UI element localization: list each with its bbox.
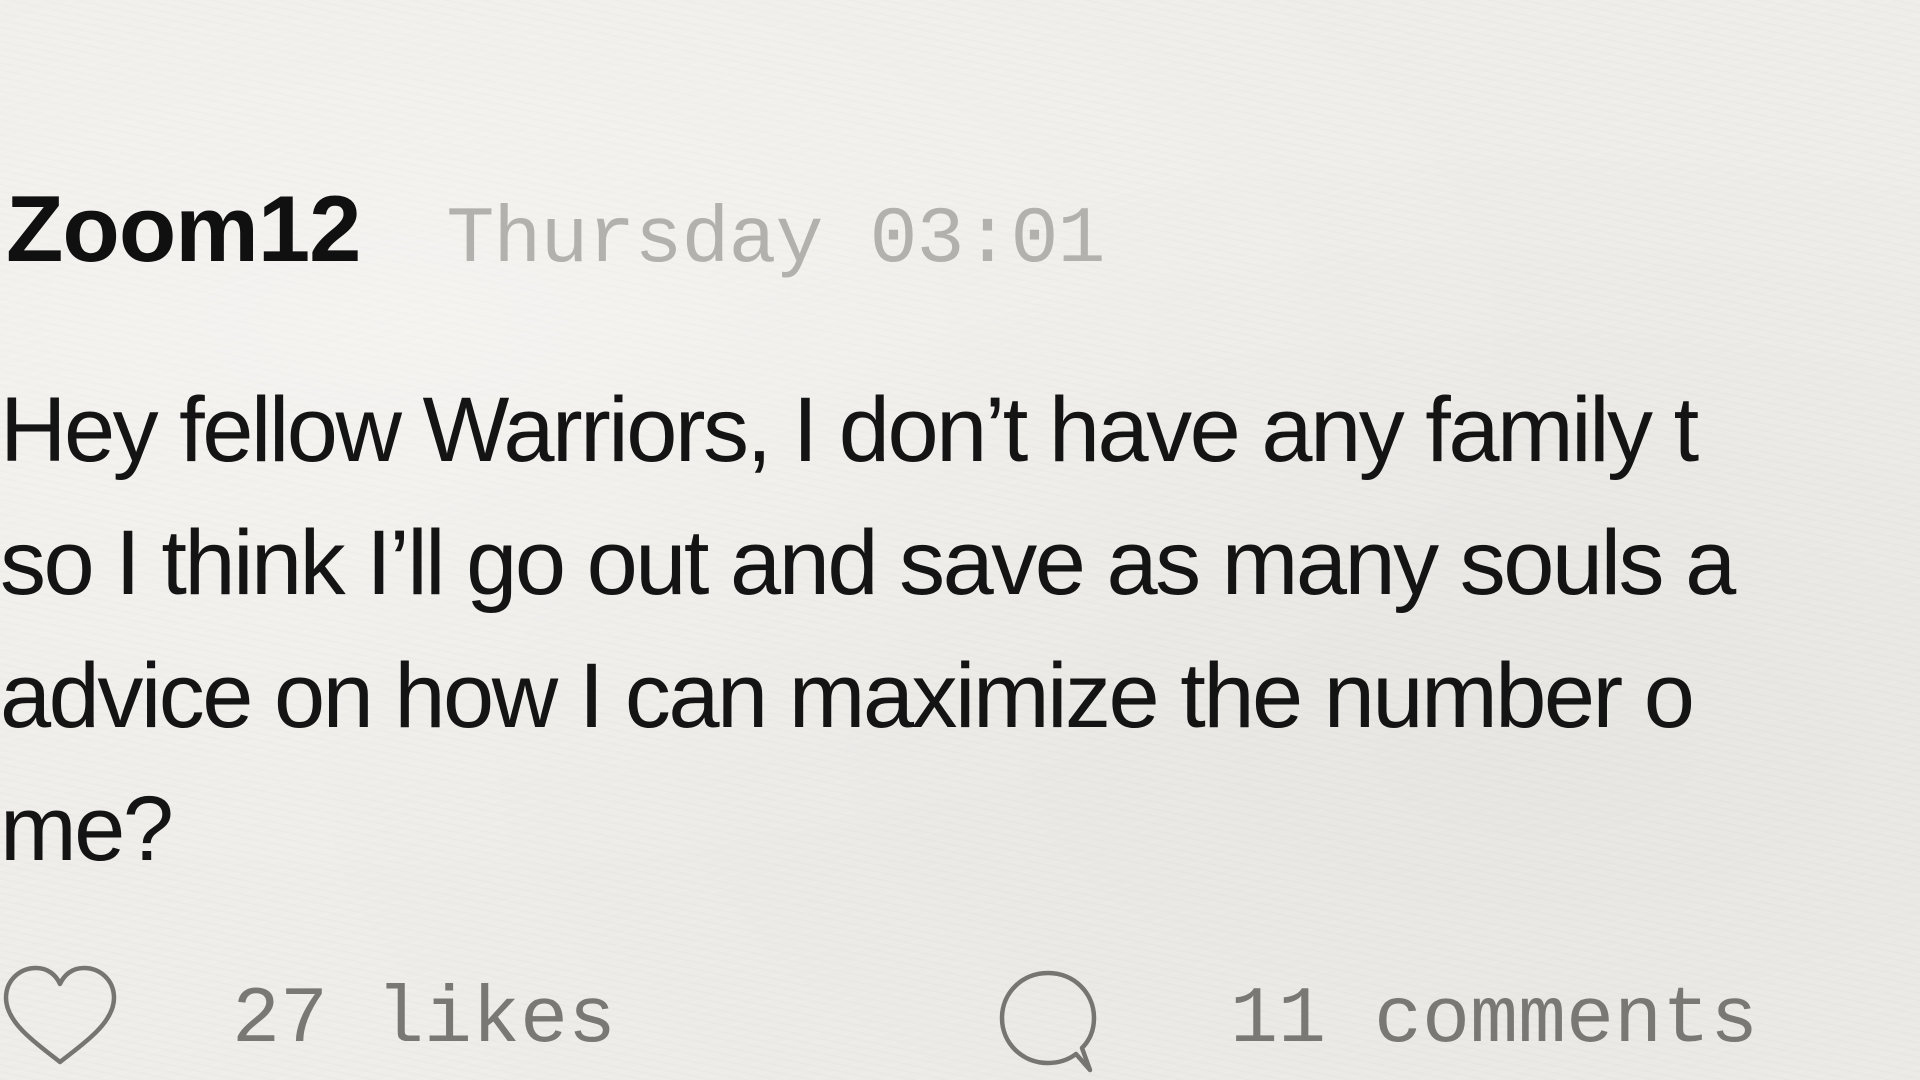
post-body-line: Hey fellow Warriors, I don’t have any fa… (0, 379, 1699, 481)
post-body-line: so I think I’ll go out and save as many … (0, 512, 1736, 614)
post-card: Zoom12 Thursday 03:01 Hey fellow Warrior… (0, 0, 1920, 1080)
post-timestamp: Thursday 03:01 (446, 195, 1105, 286)
post-header: Zoom12 Thursday 03:01 (6, 175, 1106, 286)
comments-count: 11 comments (1230, 974, 1759, 1066)
heart-icon[interactable] (0, 960, 120, 1080)
post-actions: 27 likes 11 comments (0, 960, 1920, 1080)
likes-count: 27 likes (232, 974, 617, 1066)
speech-bubble-icon[interactable] (990, 960, 1110, 1080)
post-body-line: me? (0, 778, 174, 880)
post-body: Hey fellow Warriors, I don’t have any fa… (0, 364, 1920, 896)
username[interactable]: Zoom12 (6, 175, 361, 283)
post-body-line: advice on how I can maximize the number … (0, 645, 1695, 747)
comment-button[interactable]: 11 comments (990, 960, 1758, 1080)
like-button[interactable]: 27 likes (0, 960, 616, 1080)
